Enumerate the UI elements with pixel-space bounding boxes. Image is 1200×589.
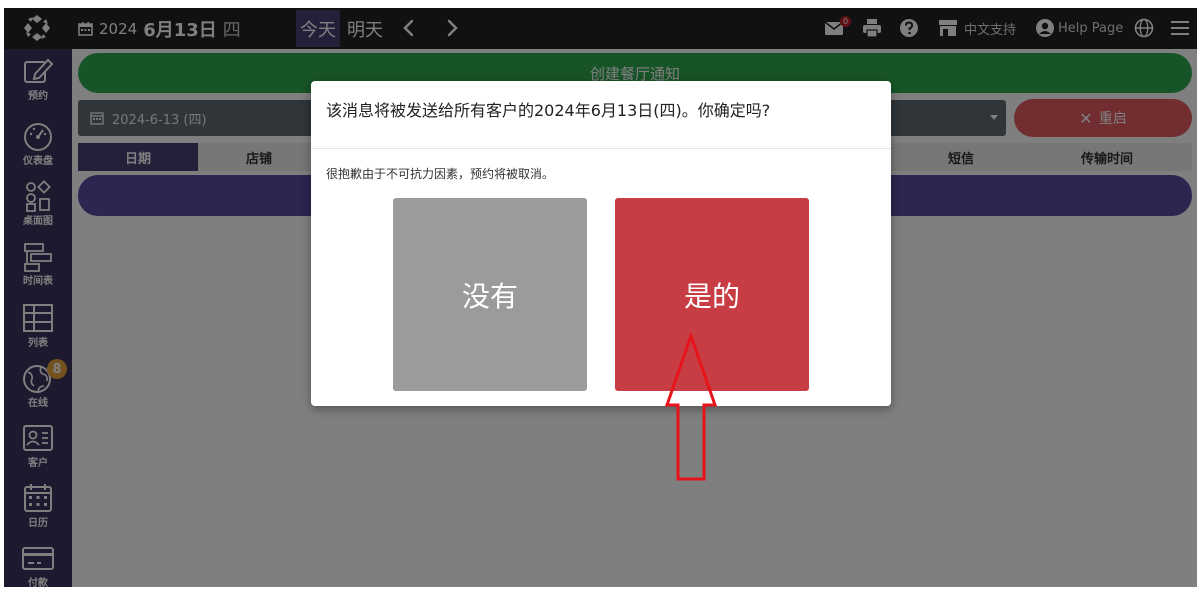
no-button[interactable]: 没有 bbox=[393, 198, 587, 391]
dialog-divider bbox=[311, 148, 891, 149]
confirm-dialog: 该消息将被发送给所有客户的2024年6月13日(四)。你确定吗? 很抱歉由于不可… bbox=[311, 81, 891, 406]
dialog-title: 该消息将被发送给所有客户的2024年6月13日(四)。你确定吗? bbox=[326, 101, 771, 120]
dialog-message: 很抱歉由于不可抗力因素，预约将被取消。 bbox=[326, 167, 555, 181]
app-window: 2024 6月13日 四 今天 明天 0 bbox=[4, 8, 1197, 587]
annotation-arrow-icon bbox=[664, 333, 718, 481]
